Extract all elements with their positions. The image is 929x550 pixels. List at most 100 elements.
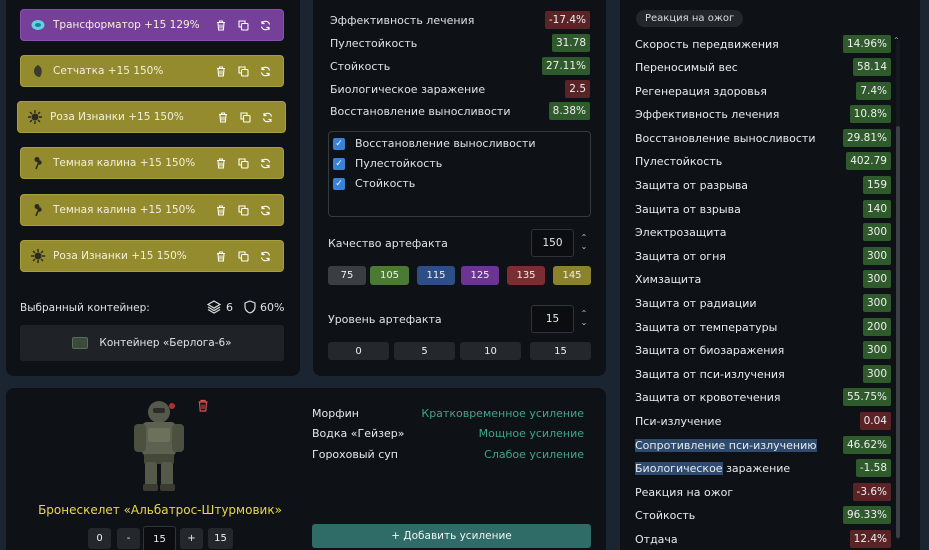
quality-preset-button[interactable]: 115: [417, 266, 455, 285]
checkbox-icon[interactable]: ✓: [333, 157, 345, 170]
total-stat-row: Защита от разрыва 159: [635, 175, 891, 195]
checkbox-icon[interactable]: ✓: [333, 137, 345, 150]
boost-name: Водка «Гейзер»: [312, 426, 405, 440]
level-preset-button[interactable]: 15: [530, 342, 591, 360]
copy-icon[interactable]: [237, 157, 249, 169]
total-stat-name: Отдача: [635, 532, 678, 546]
stat-checkbox[interactable]: ✓ Стойкость: [333, 177, 415, 190]
total-stat-value: 46.62%: [842, 436, 891, 454]
swap-icon[interactable]: [259, 19, 271, 31]
armor-delete-button[interactable]: [197, 399, 209, 415]
container-button[interactable]: Контейнер «Берлога-6»: [20, 325, 284, 361]
totals-scrollbar-thumb[interactable]: [896, 126, 900, 538]
total-stat-value: 300: [862, 341, 891, 359]
checkbox-icon[interactable]: ✓: [333, 177, 345, 190]
total-stat-value: 58.14: [852, 58, 891, 76]
total-stat-value: 402.79: [846, 152, 891, 170]
artifact-card[interactable]: Роза Изнанки +15 150%: [17, 101, 286, 133]
quality-input[interactable]: 150: [531, 229, 574, 257]
quality-preset-button[interactable]: 125: [461, 266, 499, 285]
container-protection-value: 60%: [260, 300, 285, 314]
artifact-level: +15: [128, 111, 151, 123]
trash-icon[interactable]: [215, 19, 227, 31]
boost-effect[interactable]: Кратковременное усиление: [421, 407, 584, 420]
level-preset-button[interactable]: 5: [394, 342, 455, 360]
copy-icon[interactable]: [237, 204, 249, 216]
stat-name: Восстановление выносливости: [330, 104, 511, 118]
total-stat-row: Скорость передвижения 14.96%: [635, 34, 891, 54]
add-boost-button[interactable]: + Добавить усиление: [312, 524, 591, 548]
quality-preset-button[interactable]: 145: [553, 266, 591, 285]
boost-effect[interactable]: Слабое усиление: [484, 448, 584, 461]
trash-icon[interactable]: [215, 65, 227, 77]
stat-name: Биологическое заражение: [330, 82, 486, 96]
chevron-down-icon[interactable]: ⌄: [581, 242, 588, 251]
artifact-quality: 150%: [133, 65, 164, 77]
quality-preset-button[interactable]: 75: [328, 266, 366, 285]
boost-row[interactable]: Гороховый суп Слабое усиление: [312, 444, 584, 464]
chevron-up-icon[interactable]: ⌃: [581, 233, 588, 242]
totals-scrollbar[interactable]: [896, 40, 900, 540]
total-stat-name: Переносимый вес: [635, 60, 738, 74]
level-preset-button[interactable]: 0: [328, 342, 389, 360]
stat-checkbox[interactable]: ✓ Пулестойкость: [333, 157, 442, 170]
armor-name: Бронескелет «Альбатрос-Штурмовик»: [38, 503, 282, 517]
level-input[interactable]: 15: [531, 305, 574, 333]
total-stat-row: Переносимый вес 58.14: [635, 57, 891, 77]
swap-icon[interactable]: [259, 65, 271, 77]
total-stat-row: Эффективность лечения 10.8%: [635, 104, 891, 124]
boost-row[interactable]: Морфин Кратковременное усиление: [312, 403, 584, 423]
scroll-up-icon[interactable]: ⌃: [893, 36, 900, 45]
level-minus-button[interactable]: -: [117, 528, 140, 549]
checkbox-label: Пулестойкость: [355, 157, 443, 170]
total-stat-value: 10.8%: [849, 105, 891, 123]
level-zero-button[interactable]: 0: [88, 528, 111, 549]
copy-icon[interactable]: [237, 250, 249, 262]
boost-effect[interactable]: Мощное усиление: [479, 427, 584, 440]
total-stat-value: 96.33%: [842, 506, 891, 524]
copy-icon[interactable]: [237, 19, 249, 31]
swap-icon[interactable]: [259, 204, 271, 216]
artifact-card[interactable]: Роза Изнанки +15 150%: [20, 240, 284, 272]
total-stat-name: Скорость передвижения: [635, 37, 779, 51]
level-plus-button[interactable]: +: [180, 528, 203, 549]
total-stat-row: Защита от кровотечения 55.75%: [635, 387, 891, 407]
trash-icon: [198, 399, 208, 412]
artifact-title: Роза Изнанки +15 150%: [50, 111, 217, 123]
artifact-actions: [215, 19, 271, 31]
total-stat-value: 14.96%: [842, 35, 891, 53]
total-stat-name: Пулестойкость: [635, 154, 723, 168]
artifact-stat-row: Стойкость 27.11%: [330, 56, 590, 76]
artifact-card[interactable]: Трансформатор +15 129%: [20, 9, 284, 41]
total-stat-row: Защита от температуры 200: [635, 317, 891, 337]
trash-icon[interactable]: [215, 157, 227, 169]
trash-icon[interactable]: [215, 250, 227, 262]
artifact-card[interactable]: Темная калина +15 150%: [20, 194, 284, 226]
level-stepper[interactable]: ⌃ ⌄: [579, 309, 589, 327]
artifact-name: Роза Изнанки: [53, 250, 128, 262]
artifact-title: Сетчатка +15 150%: [53, 65, 215, 77]
quality-preset-button[interactable]: 105: [370, 266, 409, 285]
chevron-down-icon[interactable]: ⌄: [581, 318, 588, 327]
swap-icon[interactable]: [261, 111, 273, 123]
trash-icon[interactable]: [217, 111, 229, 123]
quality-preset-button[interactable]: 135: [507, 266, 545, 285]
artifact-card[interactable]: Сетчатка +15 150%: [20, 55, 284, 87]
swap-icon[interactable]: [259, 157, 271, 169]
quality-stepper[interactable]: ⌃ ⌄: [579, 233, 589, 251]
boost-row[interactable]: Водка «Гейзер» Мощное усиление: [312, 423, 584, 443]
copy-icon[interactable]: [237, 65, 249, 77]
stat-value: 2.5: [565, 80, 590, 98]
stat-checkbox[interactable]: ✓ Восстановление выносливости: [333, 137, 535, 150]
copy-icon[interactable]: [239, 111, 251, 123]
level-preset-button[interactable]: 10: [460, 342, 521, 360]
stat-value: 8.38%: [548, 102, 590, 120]
trash-icon[interactable]: [215, 204, 227, 216]
chevron-up-icon[interactable]: ⌃: [581, 309, 588, 318]
artifact-actions: [215, 250, 271, 262]
armor-level-input[interactable]: 15: [143, 526, 176, 550]
level-max-button[interactable]: 15: [208, 528, 233, 549]
total-stat-name: Защита от пси-излучения: [635, 367, 785, 381]
swap-icon[interactable]: [259, 250, 271, 262]
artifact-card[interactable]: Темная калина +15 150%: [20, 147, 284, 179]
